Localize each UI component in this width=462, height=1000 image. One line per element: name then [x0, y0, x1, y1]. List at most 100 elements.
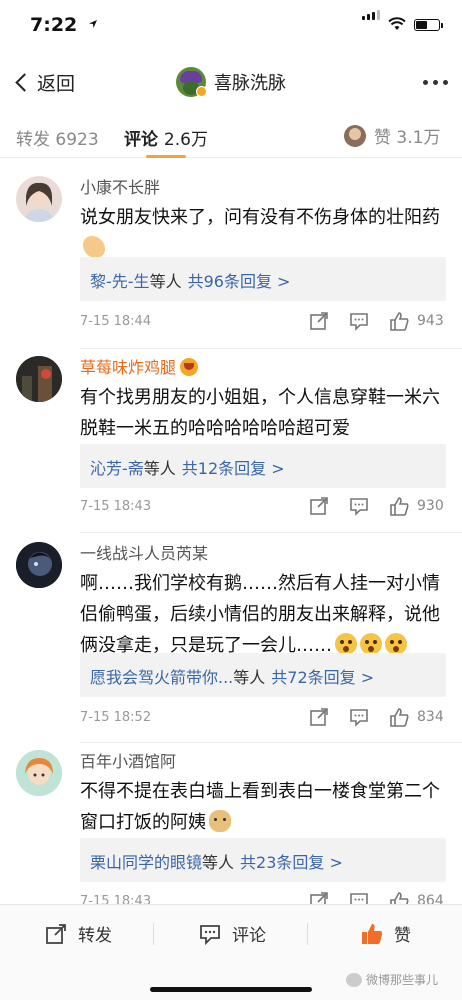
thumbs-up-icon[interactable]: [388, 706, 410, 728]
reply-users: 沁芳-斋: [90, 459, 144, 478]
chevron-left-icon: [15, 72, 34, 92]
reply-users-suffix: 等人: [233, 668, 266, 687]
tab-comment-count: 2.6万: [163, 130, 208, 150]
commenter-name[interactable]: 一线战斗人员芮某: [80, 540, 208, 564]
reply-count-link: 共96条回复 >: [187, 272, 291, 291]
repost-icon: [46, 923, 66, 944]
tab-like[interactable]: 赞 3.1万: [344, 123, 440, 148]
divider: [80, 348, 462, 349]
comment-label: 评论: [232, 926, 266, 946]
repost-label: 转发: [78, 926, 112, 946]
status-bar: 7:22: [0, 0, 462, 48]
home-indicator[interactable]: [150, 987, 312, 992]
muscle-emoji-icon: [83, 236, 105, 258]
vip-badge-icon: [180, 358, 199, 376]
commenter-name[interactable]: 草莓味炸鸡腿: [80, 354, 199, 378]
tab-repost-label: 转发: [16, 130, 50, 150]
surprised-emoji-icon: [360, 633, 382, 655]
comment-time: 7-15 18:43: [80, 499, 152, 514]
more-options-button[interactable]: [423, 80, 448, 85]
comment-button[interactable]: 评论: [198, 921, 266, 946]
tab-repost-count: 6923: [55, 130, 99, 150]
surprised-emoji-icon: [335, 633, 357, 655]
doge-emoji-icon: [209, 810, 231, 832]
reply-count-link: 共72条回复 >: [271, 668, 375, 687]
repost-button[interactable]: 转发: [44, 921, 112, 946]
commenter-avatar[interactable]: [16, 542, 62, 588]
comment-meta: 7-15 18:44 943: [80, 310, 450, 334]
comment-text: 不得不提在表白墙上看到表白一楼食堂第二个窗口打饭的阿姨: [80, 776, 450, 838]
reply-count-link: 共12条回复 >: [181, 459, 285, 478]
watermark: 微博那些事儿: [346, 971, 438, 988]
commenter-name[interactable]: 百年小酒馆阿: [80, 748, 176, 772]
like-label: 赞: [394, 926, 411, 946]
location-arrow-icon: [89, 20, 97, 28]
like-count: 943: [417, 313, 444, 329]
commenter-name-text: 草莓味炸鸡腿: [80, 358, 177, 377]
thumbs-up-icon: [362, 923, 383, 944]
wifi-icon: [388, 17, 406, 30]
tab-repost[interactable]: 转发 6923: [16, 125, 99, 150]
share-icon[interactable]: [308, 310, 330, 332]
share-icon[interactable]: [308, 495, 330, 517]
nav-bar: 返回 喜脉洗脉: [0, 52, 462, 108]
comment-meta: 7-15 18:43 930: [80, 495, 450, 519]
tab-bar: 转发 6923 评论 2.6万 赞 3.1万: [0, 108, 462, 158]
like-count: 834: [417, 709, 444, 725]
reply-icon[interactable]: [348, 310, 370, 332]
comment-text-content: 说女朋友快来了，问有没有不伤身体的壮阳药: [80, 207, 440, 228]
back-label: 返回: [37, 72, 76, 95]
thumbs-up-icon[interactable]: [388, 310, 410, 332]
reply-users: 黎-先-生: [90, 272, 150, 291]
commenter-avatar[interactable]: [16, 356, 62, 402]
back-button[interactable]: 返回: [12, 68, 75, 96]
reply-users-suffix: 等人: [202, 853, 235, 872]
reply-users-suffix: 等人: [149, 272, 182, 291]
surprised-emoji-icon: [385, 633, 407, 655]
reply-users: 愿我会驾火箭带你...: [90, 668, 234, 687]
bottom-action-bar: 转发 评论 赞 微博那些事儿: [0, 904, 462, 1000]
reply-count-link: 共23条回复 >: [240, 853, 343, 872]
commenter-name[interactable]: 小康不长胖: [80, 174, 160, 198]
replies-preview[interactable]: 沁芳-斋等人 共12条回复 >: [80, 444, 446, 488]
commenter-avatar[interactable]: [16, 176, 62, 222]
thumbs-up-icon[interactable]: [388, 495, 410, 517]
comment-text: 有个找男朋友的小姐姐，个人信息穿鞋一米六脱鞋一米五的哈哈哈哈哈哈超可爱: [80, 387, 440, 439]
liker-avatar: [344, 124, 366, 147]
page-title: 喜脉洗脉: [214, 73, 286, 94]
tab-comment[interactable]: 评论 2.6万: [124, 125, 208, 150]
status-time: 7:22: [30, 14, 78, 36]
divider: [80, 532, 462, 533]
reply-users-suffix: 等人: [143, 459, 176, 478]
comment-text: 啊……我们学校有鹅……然后有人挂一对小情侣偷鸭蛋，后续小情侣的朋友出来解释，说他…: [80, 568, 450, 661]
comment-icon: [200, 924, 220, 945]
verified-badge-icon: [196, 86, 207, 97]
replies-preview[interactable]: 黎-先-生等人 共96条回复 >: [80, 257, 446, 301]
watermark-text: 微博那些事儿: [366, 973, 439, 987]
reply-users: 栗山同学的眼镜: [90, 853, 203, 872]
reply-icon[interactable]: [348, 706, 370, 728]
comment-text: 说女朋友快来了，问有没有不伤身体的壮阳药: [80, 202, 450, 264]
like-count: 930: [417, 498, 444, 514]
comment-text-content: 不得不提在表白墙上看到表白一楼食堂第二个窗口打饭的阿姨: [80, 781, 440, 833]
like-button[interactable]: 赞: [360, 921, 411, 946]
active-tab-indicator: [146, 155, 186, 158]
comment-time: 7-15 18:52: [80, 710, 152, 725]
commenter-avatar[interactable]: [16, 750, 62, 796]
wechat-logo-icon: [346, 972, 362, 987]
tab-like-label: 赞: [374, 128, 391, 148]
replies-preview[interactable]: 栗山同学的眼镜等人 共23条回复 >: [80, 838, 446, 882]
separator: [153, 923, 154, 945]
divider: [80, 742, 462, 743]
comment-time: 7-15 18:44: [80, 314, 152, 329]
battery-icon: [414, 19, 443, 31]
more-dot-icon: [443, 80, 448, 85]
reply-icon[interactable]: [348, 495, 370, 517]
tab-comment-label: 评论: [124, 130, 158, 150]
separator: [307, 923, 308, 945]
replies-preview[interactable]: 愿我会驾火箭带你...等人 共72条回复 >: [80, 653, 446, 697]
comment-meta: 7-15 18:52 834: [80, 706, 450, 730]
share-icon[interactable]: [308, 706, 330, 728]
nav-title-group[interactable]: 喜脉洗脉: [176, 66, 286, 98]
more-dot-icon: [433, 80, 438, 85]
